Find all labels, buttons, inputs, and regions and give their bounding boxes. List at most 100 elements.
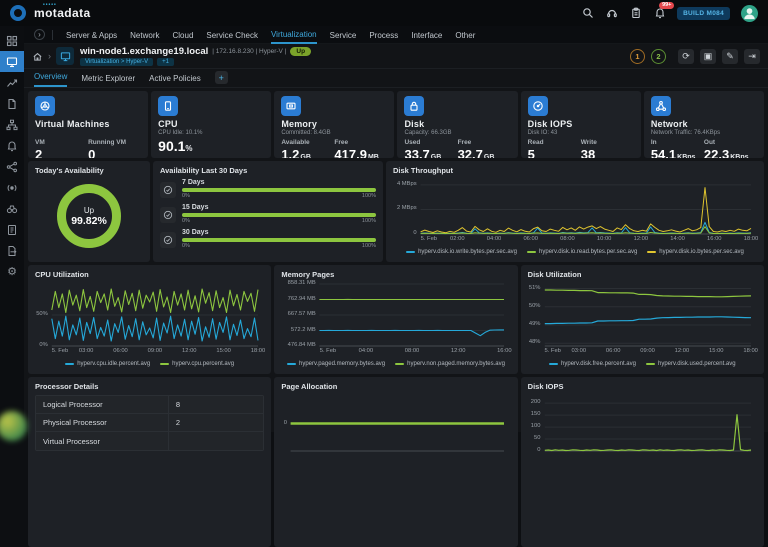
cpu-usage-unit: % — [185, 144, 193, 153]
row-label: Physical Processor — [43, 418, 107, 427]
row-label: Virtual Processor — [43, 436, 100, 446]
kpi-title: Memory — [281, 119, 318, 129]
sidebar-item-alerts-bell-icon[interactable] — [0, 135, 24, 156]
nav-item-service-check[interactable]: Service Check — [206, 27, 258, 43]
nav-item-service[interactable]: Service — [330, 27, 357, 43]
card-title: Disk Throughput — [393, 166, 453, 175]
sidebar-item-file-export-icon[interactable] — [0, 240, 24, 261]
host-more-tags-chip[interactable]: +1 — [157, 58, 174, 66]
disk-iops-chart: 200 150 100 50 0 — [528, 391, 757, 455]
card-title: Page Allocation — [281, 382, 338, 391]
processor-table: Logical Processor 8 Physical Processor 2… — [35, 395, 265, 451]
severity-marker-2[interactable]: 2 — [651, 48, 666, 64]
tab-metric-explorer[interactable]: Metric Explorer — [81, 74, 135, 87]
card-title: CPU Utilization — [35, 270, 89, 279]
kpi-card-virtual-machines: Virtual Machines VM 2 Running VM 0 — [28, 91, 149, 158]
availability-row: 7 Days 0% 100% — [160, 179, 376, 199]
brand-name: motadata ••••• — [34, 2, 91, 20]
nav-item-network[interactable]: Network — [130, 27, 159, 43]
card-title: Processor Details — [35, 382, 99, 391]
memory-pages-card: Memory Pages 858.31 MB 762.94 MB 667.57 MB… — [274, 265, 518, 374]
table-row: Physical Processor 2 — [36, 414, 264, 432]
disk-utilization-chart: 51% 50% 49% 48% 5. Feb 03:00 06:00 09:00 12:00 15… — [528, 284, 758, 354]
refresh-button[interactable]: ⟳ — [678, 48, 694, 64]
cpu-utilization-chart: 50% 0% 5. Feb 03:00 06:00 09:00 12:00 15:00 18:0… — [35, 279, 265, 359]
row-label: Logical Processor — [43, 400, 103, 409]
stat-value: 38 — [580, 147, 596, 158]
support-headset-icon[interactable] — [605, 7, 618, 20]
brand-dots-decoration: ••••• — [43, 2, 57, 8]
availability-bar — [182, 238, 376, 242]
stat-value: 32.7 — [457, 147, 483, 158]
nav-item-process[interactable]: Process — [369, 27, 398, 43]
tasks-clipboard-icon[interactable] — [629, 7, 642, 20]
sidebar-item-broadcast-icon[interactable] — [0, 177, 24, 198]
kpi-subtitle: Committed: 8.4GB — [281, 130, 331, 136]
stat-label: Used — [404, 139, 421, 146]
memory-icon — [281, 96, 302, 116]
brand-text: motadata — [34, 6, 91, 20]
stat-value: 22.3 — [703, 147, 730, 158]
chart-legend: hyperv.paged.memory.bytes.avg hyperv.non.… — [281, 359, 510, 369]
stat-value: 33.7 — [404, 147, 430, 158]
home-icon[interactable] — [32, 51, 43, 62]
sidebar-item-sitemap-icon[interactable] — [0, 114, 24, 135]
tab-active-policies[interactable]: Active Policies — [149, 74, 201, 87]
virtual-machines-icon — [35, 96, 55, 116]
gauge-icon — [160, 182, 176, 198]
nav-collapse-chevron-icon[interactable]: › — [34, 29, 45, 40]
edit-button[interactable]: ✎ — [722, 48, 738, 64]
host-tag-chip[interactable]: Virtualization > Hyper-V — [80, 58, 154, 66]
exit-fullscreen-button[interactable]: ⇥ — [744, 48, 760, 64]
sidebar-item-share-nodes-icon[interactable] — [0, 156, 24, 177]
stat-unit: MB — [367, 154, 379, 158]
sidebar-item-document-icon[interactable] — [0, 93, 24, 114]
nav-item-virtualization[interactable]: Virtualization — [270, 26, 317, 44]
module-nav: › Server & Apps Network Cloud Service Ch… — [24, 26, 768, 44]
stat-label: Out — [703, 139, 716, 146]
stat-label: Free — [334, 139, 349, 146]
sidebar-item-trend-chart-icon[interactable] — [0, 72, 24, 93]
nav-item-cloud[interactable]: Cloud — [172, 27, 193, 43]
hyperv-host-icon[interactable] — [56, 47, 74, 65]
stat-value: 5 — [527, 147, 535, 158]
host-info: win-node1.exchange19.local | 172.16.8.23… — [80, 46, 312, 66]
apps-grid-icon[interactable] — [0, 30, 24, 51]
availability-bar — [182, 213, 376, 217]
search-icon[interactable] — [581, 7, 594, 20]
todays-availability-card: Today's Availability Up 99.82% — [28, 161, 150, 262]
user-avatar[interactable] — [741, 4, 758, 22]
sidebar-item-report-icon[interactable] — [0, 219, 24, 240]
stat-unit: GB — [430, 154, 442, 158]
nav-item-server-apps[interactable]: Server & Apps — [66, 27, 117, 43]
nav-divider — [52, 29, 53, 40]
settings-gear-icon[interactable]: ⚙ — [0, 261, 24, 282]
sidebar-bottom-decoration — [0, 411, 27, 441]
row-value — [167, 432, 263, 450]
kpi-subtitle: Disk IO: 43 — [527, 130, 558, 136]
nav-item-interface[interactable]: Interface — [411, 27, 442, 43]
notifications-bell-icon[interactable]: 99+ — [653, 1, 675, 20]
export-button[interactable]: ▣ — [700, 48, 716, 64]
scale-max: 100% — [361, 243, 376, 249]
sidebar-item-monitor[interactable] — [0, 51, 24, 72]
card-title: Availability Last 30 Days — [160, 166, 248, 175]
stat-label: Running VM — [88, 139, 126, 146]
card-title: Memory Pages — [281, 270, 335, 279]
stat-value: 54.1 — [650, 147, 677, 158]
severity-marker-1[interactable]: 1 — [630, 48, 645, 64]
sidebar-item-binoculars-icon[interactable] — [0, 198, 24, 219]
stat-unit: GB — [483, 154, 495, 158]
add-tab-button[interactable]: + — [214, 71, 228, 84]
tab-overview[interactable]: Overview — [34, 72, 68, 87]
cpu-usage-value: 90.1 — [158, 138, 186, 154]
notification-count-badge: 99+ — [659, 1, 675, 9]
availability-row-label: 15 Days — [182, 204, 209, 211]
page-allocation-card: Page Allocation 0 — [274, 377, 518, 547]
disk-icon — [404, 96, 425, 116]
status-badge: Up — [290, 47, 312, 56]
kpi-title: Virtual Machines — [35, 119, 110, 129]
kpi-title: Disk — [404, 119, 425, 129]
card-title: Today's Availability — [35, 166, 104, 175]
nav-item-other[interactable]: Other — [455, 27, 475, 43]
